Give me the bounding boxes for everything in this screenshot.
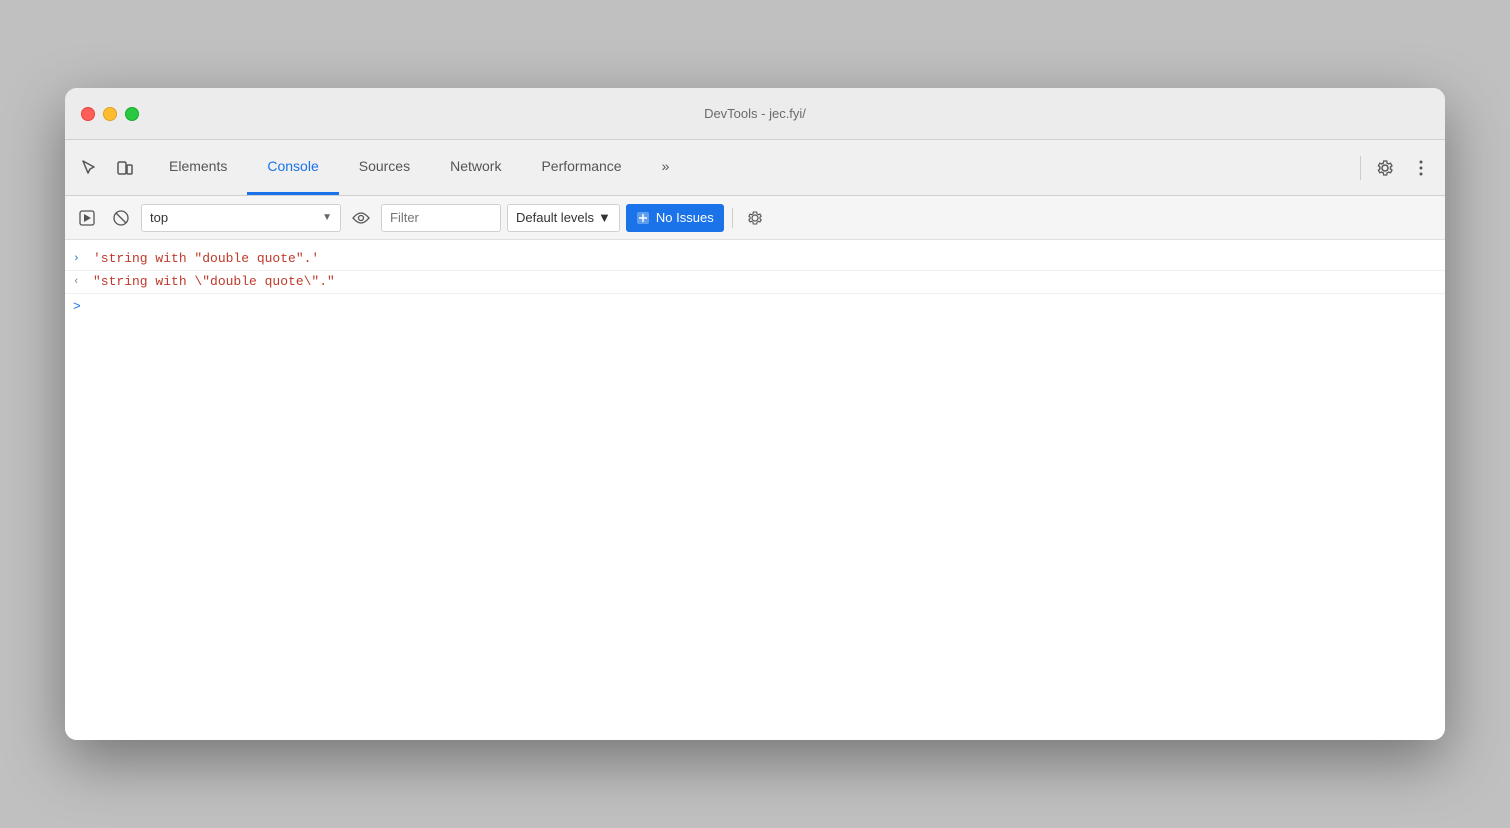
context-selector[interactable]: top ▼ (141, 204, 341, 232)
maximize-button[interactable] (125, 107, 139, 121)
tabs: Elements Console Sources Network Perform… (149, 140, 1356, 195)
device-toolbar-button[interactable] (109, 152, 141, 184)
console-expand-arrow-1[interactable]: › (73, 250, 89, 268)
no-issues-button[interactable]: No Issues (626, 204, 724, 232)
clear-console-button[interactable] (107, 204, 135, 232)
toolbar-divider (1360, 156, 1361, 180)
close-button[interactable] (81, 107, 95, 121)
tab-network[interactable]: Network (430, 140, 521, 195)
window-title: DevTools - jec.fyi/ (704, 106, 806, 121)
console-toolbar-divider (732, 208, 733, 228)
more-options-button[interactable] (1405, 152, 1437, 184)
tab-console[interactable]: Console (247, 140, 338, 195)
main-toolbar: Elements Console Sources Network Perform… (65, 140, 1445, 196)
console-toolbar: top ▼ Default levels ▼ No Issues (65, 196, 1445, 240)
tab-elements[interactable]: Elements (149, 140, 247, 195)
console-line-1-text: 'string with "double quote".' (93, 250, 319, 268)
default-levels-label: Default levels (516, 210, 594, 225)
filter-input[interactable] (381, 204, 501, 232)
execute-script-button[interactable] (73, 204, 101, 232)
minimize-button[interactable] (103, 107, 117, 121)
console-prompt: > (73, 299, 89, 314)
traffic-lights (81, 107, 139, 121)
tab-performance[interactable]: Performance (521, 140, 641, 195)
toolbar-icons (73, 140, 141, 195)
inspect-element-button[interactable] (73, 152, 105, 184)
console-return-arrow-2[interactable]: ‹ (73, 273, 89, 291)
no-issues-label: No Issues (656, 210, 714, 225)
console-output: › 'string with "double quote".' ‹ "strin… (65, 240, 1445, 740)
live-expressions-button[interactable] (347, 204, 375, 232)
tab-more[interactable]: » (642, 140, 690, 195)
titlebar: DevTools - jec.fyi/ (65, 88, 1445, 140)
toolbar-right (1356, 140, 1437, 195)
console-line-2: ‹ "string with \"double quote\"." (65, 271, 1445, 294)
context-dropdown-arrow: ▼ (322, 212, 332, 223)
console-input-line[interactable]: > (65, 294, 1445, 318)
console-settings-button[interactable] (741, 204, 769, 232)
default-levels-arrow: ▼ (598, 210, 611, 225)
settings-button[interactable] (1369, 152, 1401, 184)
devtools-window: DevTools - jec.fyi/ Elements (65, 88, 1445, 740)
console-line-2-text: "string with \"double quote\"." (93, 273, 335, 291)
default-levels-button[interactable]: Default levels ▼ (507, 204, 620, 232)
console-line-1: › 'string with "double quote".' (65, 248, 1445, 271)
context-value: top (150, 210, 168, 225)
tab-sources[interactable]: Sources (339, 140, 430, 195)
